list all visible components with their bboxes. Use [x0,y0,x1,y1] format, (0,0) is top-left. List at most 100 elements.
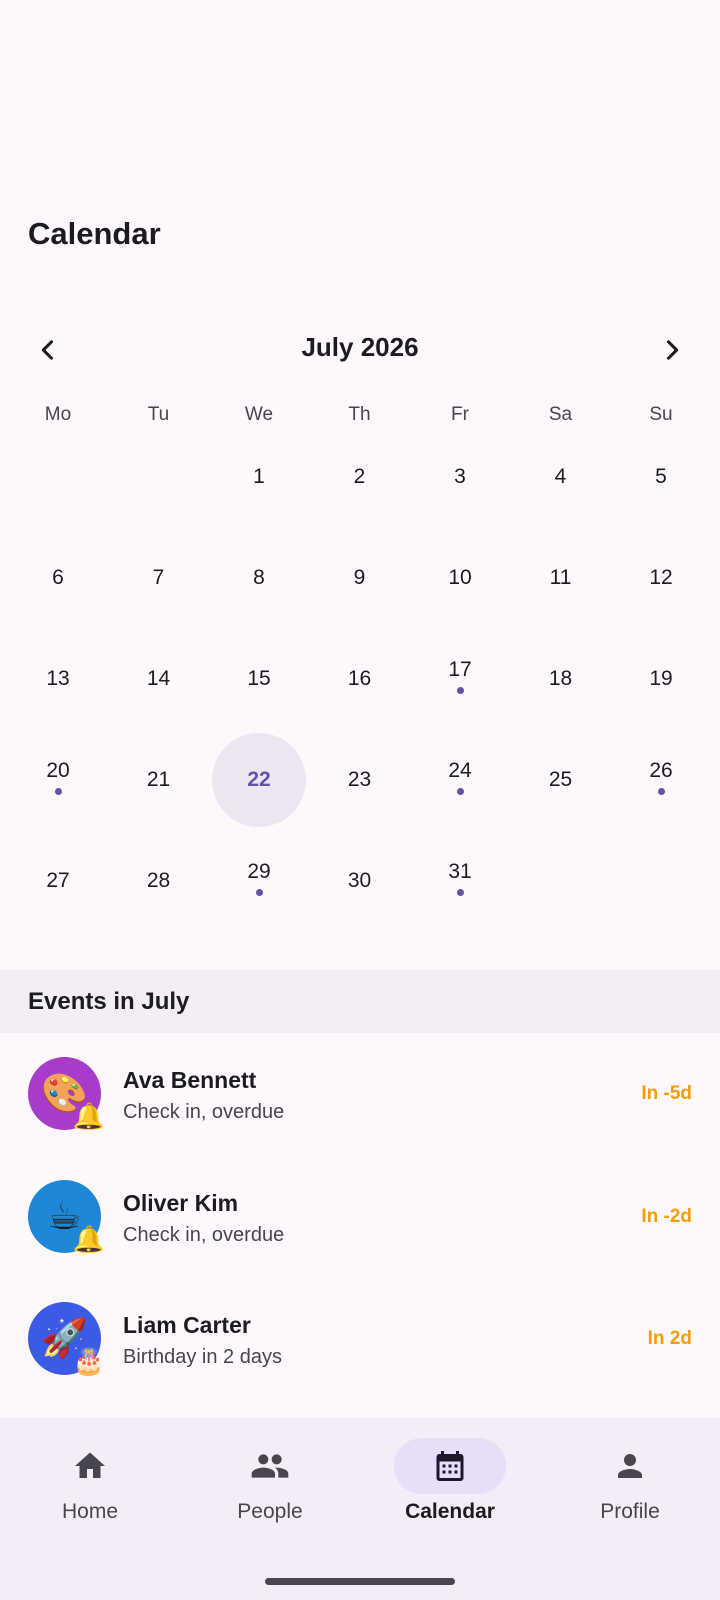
calendar-grid: 1 2 3 4 5 6 7 8 9 10 11 12 13 14 15 16 17 18 19 20 21 22 23 24 2… [0,430,720,940]
weekday-label: Tu [147,404,170,425]
event-person-name: Liam Carter [123,1312,251,1338]
calendar-day[interactable]: 9 [313,531,407,625]
day-number: 27 [46,869,70,892]
calendar-day[interactable]: 12 [614,531,708,625]
weekday-label: Sa [548,404,573,425]
day-number: 28 [146,869,171,892]
weekday-label: We [244,404,274,425]
nav-people[interactable]: People [180,1438,360,1538]
day-number: 17 [448,658,472,681]
day-number: 6 [52,566,64,589]
calendar-day[interactable]: 11 [514,531,608,625]
day-number: 26 [649,759,673,782]
calendar-day[interactable]: 27 [11,834,105,928]
calendar-day[interactable]: 10 [413,531,507,625]
event-description: Birthday in 2 days [123,1346,282,1368]
weekday-label: Th [348,404,371,425]
calendar-day[interactable]: 7 [112,531,206,625]
page-title: Calendar [28,216,161,251]
calendar-day[interactable]: 3 [413,430,507,524]
nav-profile-pill [574,1438,686,1494]
calendar-day[interactable]: 8 [212,531,306,625]
day-number: 5 [655,465,667,488]
nav-profile-label: Profile [600,1500,660,1523]
day-number: 21 [146,768,171,791]
nav-profile[interactable]: Profile [540,1438,720,1538]
event-list-item[interactable]: 🚀 🎂 Liam Carter Birthday in 2 days In 2d [0,1278,720,1400]
day-number: 19 [649,667,673,690]
day-number: 24 [448,759,472,782]
next-month-button[interactable] [644,330,700,370]
calendar-icon [436,1451,464,1481]
bottom-navigation: Home People Calendar Profile [0,1418,720,1600]
nav-calendar-label: Calendar [405,1500,495,1523]
calendar-day[interactable]: 26 [614,733,708,827]
calendar-day[interactable]: 15 [212,632,306,726]
day-number: 12 [649,566,673,589]
calendar-day[interactable]: 4 [514,430,608,524]
event-person-name: Ava Bennett [123,1067,257,1093]
nav-calendar[interactable]: Calendar [360,1438,540,1538]
day-number: 2 [353,465,366,488]
event-indicator-dot [456,788,464,795]
day-number: 4 [554,465,567,488]
event-description: Check in, overdue [123,1101,285,1123]
event-indicator-dot [54,788,62,795]
calendar-day[interactable]: 18 [514,632,608,726]
calendar-day[interactable]: 31 [413,834,507,928]
nav-people-pill [214,1438,326,1494]
event-indicator-dot [456,687,464,694]
day-number: 10 [448,566,472,589]
calendar-day[interactable]: 28 [112,834,206,928]
month-label: July 2026 [301,332,419,362]
day-number: 7 [152,566,165,589]
day-number: 30 [347,869,372,892]
event-due-label: In 2d [647,1328,692,1349]
calendar-day[interactable]: 2 [313,430,407,524]
calendar-day[interactable]: 13 [11,632,105,726]
calendar-day[interactable]: 17 [413,632,507,726]
day-number: 29 [247,860,271,883]
day-number: 1 [253,465,265,488]
calendar-day[interactable]: 30 [313,834,407,928]
calendar-day[interactable]: 25 [514,733,608,827]
avatar: ☕ 🔔 [28,1179,105,1254]
event-due-label: In -5d [641,1083,692,1104]
day-number: 14 [146,667,171,690]
calendar-day[interactable]: 14 [112,632,206,726]
calendar-day[interactable]: 24 [413,733,507,827]
calendar-day[interactable]: 21 [112,733,206,827]
calendar-day[interactable]: 22 [212,733,306,827]
nav-home-pill [34,1438,146,1494]
avatar: 🚀 🎂 [28,1302,105,1376]
day-number: 22 [247,768,271,791]
calendar-day[interactable]: 16 [313,632,407,726]
event-list-item[interactable]: 🎨 🔔 Ava Bennett Check in, overdue In -5d [0,1033,720,1155]
chevron-right-icon [666,340,679,360]
nav-calendar-pill [394,1438,506,1494]
calendar-day[interactable]: 1 [212,430,306,524]
events-header-label: Events in July [28,988,190,1015]
calendar-day[interactable]: 20 [11,733,105,827]
day-number: 9 [353,566,366,589]
calendar-day[interactable]: 5 [614,430,708,524]
nav-people-label: People [237,1500,303,1523]
calendar-day[interactable]: 23 [313,733,407,827]
day-number: 18 [548,667,573,690]
calendar-day[interactable]: 29 [212,834,306,928]
day-number: 3 [454,465,466,488]
day-number: 13 [46,667,70,690]
event-description: Check in, overdue [123,1223,285,1246]
calendar-day[interactable]: 6 [11,531,105,625]
day-number: 16 [347,667,372,690]
profile-icon [618,1454,642,1478]
event-list-item[interactable]: ☕ 🔔 Oliver Kim Check in, overdue In -2d [0,1156,720,1278]
calendar-day[interactable]: 19 [614,632,708,726]
weekday-label: Mo [44,404,72,425]
people-icon [251,1454,289,1478]
day-number: 25 [548,768,573,791]
home-icon [75,1452,105,1478]
nav-home[interactable]: Home [0,1438,180,1538]
home-indicator [265,1578,455,1585]
day-number: 11 [549,566,572,589]
